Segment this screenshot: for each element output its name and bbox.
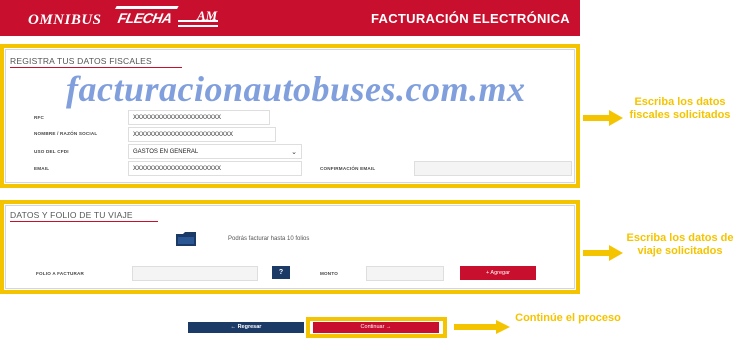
folio-label: FOLIO A FACTURAR: [36, 271, 85, 276]
rfc-label: RFC: [34, 115, 45, 120]
site-header: OMNIBUS FLECHA AM FACTURACIÓN ELECTRÓNIC…: [0, 0, 580, 36]
chevron-down-icon: ⌄: [291, 149, 297, 156]
amount-label: MONTO: [320, 271, 339, 276]
email-label: EMAIL: [34, 166, 50, 171]
trip-section-title: DATOS Y FOLIO DE TU VIAJE: [10, 210, 133, 220]
folder-icon: [176, 232, 196, 246]
arrow-right-icon: [583, 110, 623, 126]
cfdi-label: USO DEL CFDI: [34, 149, 69, 154]
trip-annotation: Escriba los datos de viaje solicitados: [626, 232, 734, 257]
email-input[interactable]: XXXXXXXXXXXXXXXXXXXXXX: [128, 161, 302, 176]
folio-input[interactable]: [132, 266, 258, 281]
arrow-right-icon: [454, 320, 510, 334]
back-button[interactable]: ← Regresar: [188, 322, 304, 333]
omnibus-logo: OMNIBUS: [28, 12, 102, 28]
name-label: NOMBRE / RAZÓN SOCIAL: [34, 131, 98, 136]
fiscal-section-title: REGISTRA TUS DATOS FISCALES: [10, 56, 152, 66]
confirm-email-label: CONFIRMACIÓN EMAIL: [320, 166, 376, 171]
fiscal-annotation: Escriba los datos fiscales solicitados: [629, 96, 731, 121]
am-logo-lines: [178, 20, 218, 27]
flecha-logo: FLECHA: [116, 10, 174, 26]
arrow-right-icon: [583, 245, 623, 261]
confirm-email-input[interactable]: [414, 161, 572, 176]
folio-help-button[interactable]: ?: [272, 266, 290, 279]
name-input[interactable]: XXXXXXXXXXXXXXXXXXXXXXXXX: [128, 127, 276, 142]
folio-limit-hint: Podrás facturar hasta 10 folios: [228, 236, 310, 242]
continue-annotation: Continúe el proceso: [515, 312, 621, 324]
add-folio-button[interactable]: + Agregar: [460, 266, 536, 280]
cfdi-select-value: GASTOS EN GENERAL: [133, 149, 199, 155]
trip-title-underline: [10, 221, 158, 222]
page-title: FACTURACIÓN ELECTRÓNICA: [370, 11, 570, 26]
rfc-input[interactable]: XXXXXXXXXXXXXXXXXXXXXX: [128, 110, 270, 125]
cfdi-select[interactable]: GASTOS EN GENERAL ⌄: [128, 144, 302, 159]
continue-button[interactable]: Continuar →: [313, 322, 439, 333]
watermark-text: facturacionautobuses.com.mx: [66, 69, 526, 109]
amount-input[interactable]: [366, 266, 444, 281]
